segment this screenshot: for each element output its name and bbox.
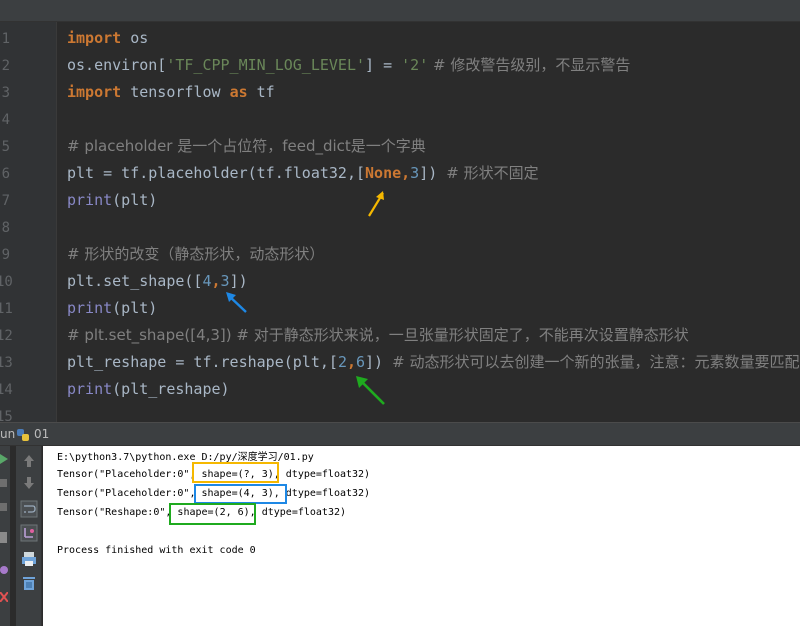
output-text: , dtype=float32) [249,507,346,518]
code-text: ] = [365,56,402,74]
code-text: (plt_reshape) [112,380,230,398]
code-line[interactable]: print(plt) [67,298,157,318]
line-number-gutter: 1 2 3 4 5 6 7 8 9 10 11 12 13 14 15 [0,22,57,425]
number-literal: 3 [410,164,420,182]
punctuation: , [346,353,356,371]
close-icon[interactable] [0,592,8,602]
line-number: 7 [1,193,10,209]
code-line[interactable]: os.environ['TF_CPP_MIN_LOG_LEVEL'] = '2'… [67,55,630,75]
code-line[interactable]: print(plt_reshape) [67,379,230,399]
run-label: un [0,427,16,441]
comment: # plt.set_shape([4,3]) # 对于静态形状来说，一旦张量形状… [67,326,689,344]
down-arrow-icon[interactable] [20,474,38,492]
comment: # 形状不固定 [446,164,539,182]
number-literal: 2 [337,353,347,371]
output-text: , dtype=float32) [273,469,371,480]
number-literal: 3 [220,272,230,290]
line-number: 2 [1,58,10,74]
line-number: 14 [0,382,13,398]
line-number: 3 [1,85,10,101]
comment: # placeholder 是一个占位符，feed_dict是一个字典 [67,137,426,155]
trash-icon[interactable] [20,574,38,592]
python-icon [17,429,29,441]
yellow-highlight-box [192,462,279,483]
keyword: import [67,29,122,47]
console-exit-line: Process finished with exit code 0 [57,545,256,556]
scroll-to-end-icon[interactable] [20,524,38,542]
code-text: (plt) [112,299,158,317]
keyword: as [229,83,248,101]
code-line[interactable]: import tensorflow as tf [67,82,275,102]
green-arrow-annotation [356,376,385,405]
code-text: os.environ[ [67,56,167,74]
comment: # 形状的改变（静态形状，动态形状） [67,245,325,263]
settings-icon[interactable] [0,564,8,576]
blue-arrow-annotation [226,292,247,313]
run-console[interactable]: E:\python3.7\python.exe D:/py/深度学习/01.py… [43,446,800,626]
line-number: 13 [0,355,13,371]
code-editor[interactable]: import os os.environ['TF_CPP_MIN_LOG_LEV… [58,22,800,422]
code-text: ]) [229,272,248,290]
keyword: import [67,83,122,101]
output-text: Tensor("Placeholder:0", [57,469,202,480]
line-number: 8 [1,220,10,236]
builtin: print [67,299,113,317]
number-literal: 6 [356,353,366,371]
pin-icon[interactable] [0,532,8,544]
code-text: tf [247,83,275,101]
number-literal: 4 [202,272,212,290]
code-line[interactable]: import os [67,28,148,48]
run-tool-window-header: un 01 [0,422,800,446]
line-number: 4 [1,112,10,128]
pause-icon[interactable] [0,502,8,512]
code-text: ]) [365,353,393,371]
run-config-tab[interactable]: 01 [34,427,49,441]
code-line[interactable]: plt_reshape = tf.reshape(plt,[2,6]) # 动态… [67,352,799,372]
punctuation: , [211,272,221,290]
soft-wrap-icon[interactable] [20,500,38,518]
line-number: 11 [0,301,13,317]
string-literal: 'TF_CPP_MIN_LOG_LEVEL' [166,56,366,74]
code-line[interactable]: plt = tf.placeholder(tf.float32,[None,3]… [67,163,539,183]
output-text: Tensor("Placeholder:0", [57,488,202,499]
code-text: plt.set_shape([ [67,272,203,290]
code-line[interactable]: # plt.set_shape([4,3]) # 对于静态形状来说，一旦张量形状… [67,325,689,345]
up-arrow-icon[interactable] [20,452,38,470]
editor-tab-strip [0,0,800,22]
line-number: 10 [0,274,13,290]
comment: # 修改警告级别，不显示警告 [428,56,631,74]
code-text: (plt) [112,191,158,209]
keyword: None [365,164,402,182]
code-text: tensorflow [121,83,230,101]
builtin: print [67,191,113,209]
stop-icon[interactable] [0,478,8,488]
builtin: print [67,380,113,398]
code-line[interactable]: # placeholder 是一个占位符，feed_dict是一个字典 [67,136,426,156]
output-text: , dtype=float32) [273,488,371,499]
code-text: ]) [419,164,447,182]
line-number: 1 [1,31,10,47]
code-text: os [121,29,149,47]
print-icon[interactable] [20,550,38,568]
rerun-icon[interactable] [0,454,8,464]
string-literal: '2' [401,56,429,74]
punctuation: , [401,164,411,182]
code-line[interactable]: # 形状的改变（静态形状，动态形状） [67,244,324,264]
line-number: 6 [1,166,10,182]
line-number: 9 [1,247,10,263]
yellow-arrow-annotation [368,191,384,217]
code-text: plt_reshape = tf.reshape(plt,[ [67,353,338,371]
comment: # 动态形状可以去创建一个新的张量，注意：元素数量要匹配 [392,353,800,371]
line-number: 5 [1,139,10,155]
green-highlight-box [169,503,256,525]
run-toolbar [16,446,42,626]
output-text: Tensor("Reshape:0", [57,507,178,518]
blue-highlight-box [194,484,287,504]
code-line[interactable]: print(plt) [67,190,157,210]
run-control-strip [0,446,10,626]
code-line[interactable]: plt.set_shape([4,3]) [67,271,248,291]
line-number: 12 [0,328,13,344]
code-text: plt = tf.placeholder(tf.float32,[ [67,164,366,182]
